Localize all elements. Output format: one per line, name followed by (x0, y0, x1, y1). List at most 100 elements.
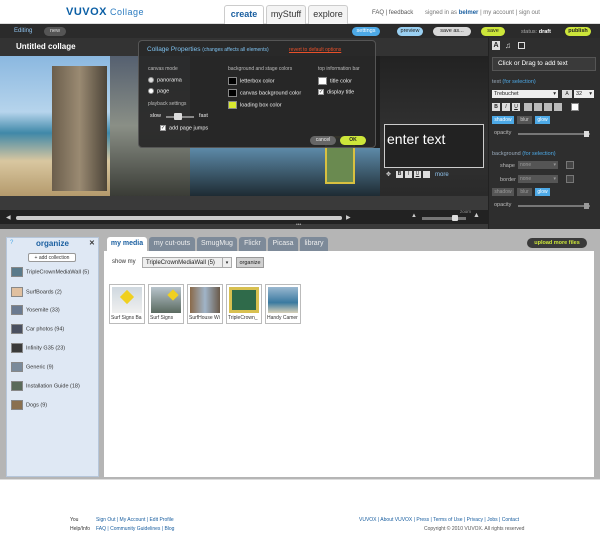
surfboards-photo[interactable] (52, 66, 107, 191)
collection-item[interactable]: Generic (9) (11, 362, 97, 380)
text-blur-button[interactable]: blur (517, 116, 532, 124)
tab-create[interactable]: create (224, 5, 264, 24)
new-button[interactable]: new (44, 27, 66, 36)
dialog-ok-button[interactable]: OK (340, 136, 366, 145)
organize-close-icon[interactable]: ✕ (89, 239, 95, 247)
text-italic-icon[interactable]: I (502, 103, 510, 111)
title-color-option[interactable]: title color (318, 77, 352, 85)
add-page-jumps-checkbox[interactable]: ✓ add page jumps (160, 125, 208, 131)
footer-brand-links[interactable]: VUVOX | About VUVOX | Press | Terms of U… (359, 517, 519, 523)
letterbox-color-swatch[interactable] (228, 77, 237, 85)
text-color-swatch[interactable] (571, 103, 579, 111)
organize-help-icon[interactable]: ? (10, 240, 13, 246)
page-radio[interactable]: page (148, 88, 169, 94)
collection-item[interactable]: Yosemite (33) (11, 305, 97, 323)
upload-files-button[interactable]: upload more files (527, 238, 587, 248)
add-page-jumps-check-icon[interactable]: ✓ (160, 125, 166, 131)
preview-button[interactable]: preview (397, 27, 423, 36)
bg-glow-button[interactable]: glow (535, 188, 550, 196)
tab-mystuff[interactable]: myStuff (266, 5, 306, 24)
text-size-decrease-icon[interactable]: A (562, 90, 572, 98)
dialog-cancel-button[interactable]: cancel (310, 136, 336, 145)
tab-explore[interactable]: explore (308, 5, 348, 24)
media-thumbnail[interactable]: SurfHouse Wi (187, 284, 223, 324)
tab-picasa[interactable]: Picasa (268, 237, 298, 251)
media-thumbnail[interactable]: Surf Signs Ba (109, 284, 145, 324)
footer-you-links[interactable]: Sign Out | My Account | Edit Profile (96, 517, 174, 523)
border-color-swatch[interactable] (566, 175, 574, 183)
music-tool-icon[interactable]: ♫ (505, 41, 511, 50)
italic-icon[interactable]: I (405, 171, 412, 178)
underline-icon[interactable]: U (414, 171, 421, 178)
username-link[interactable]: belmer (459, 10, 479, 16)
settings-button[interactable]: settings (352, 27, 380, 36)
text-glow-button[interactable]: glow (535, 116, 550, 124)
align-left-icon[interactable] (524, 103, 532, 111)
account-links[interactable]: | my account | sign out (480, 10, 540, 16)
align-justify-icon[interactable] (554, 103, 562, 111)
media-thumbnail[interactable]: TripleCrown_ (226, 284, 262, 324)
tab-my-media[interactable]: my media (107, 237, 147, 251)
panorama-radio-icon[interactable] (148, 77, 154, 83)
collection-item[interactable]: Car photos (94) (11, 324, 97, 342)
text-underline-icon[interactable]: U (512, 103, 520, 111)
scroll-left-icon[interactable]: ◀ (6, 214, 11, 221)
tab-library[interactable]: library (300, 237, 328, 251)
media-thumbnail[interactable]: Surf Signs (148, 284, 184, 324)
color-swatch-icon[interactable] (423, 171, 430, 178)
scroll-right-icon[interactable]: ▶ (346, 214, 351, 221)
revert-defaults-link[interactable]: revert to default options (289, 47, 341, 53)
tab-flickr[interactable]: Flickr (239, 237, 266, 251)
collage-title[interactable]: Untitled collage (16, 42, 76, 51)
canvas-bg-color-option[interactable]: canvas background color (228, 89, 301, 97)
zoom-in-icon[interactable]: ▲ (473, 212, 480, 219)
font-select[interactable]: Trebuchet ▾ (492, 90, 558, 98)
letterbox-color-option[interactable]: letterbox color (228, 77, 275, 85)
footer-help-links[interactable]: FAQ | Community Guidelines | Blog (96, 526, 174, 532)
bg-blur-button[interactable]: blur (517, 188, 532, 196)
title-color-swatch[interactable] (318, 77, 327, 85)
panorama-radio[interactable]: panorama (148, 77, 182, 83)
save-button[interactable]: save (481, 27, 505, 36)
playback-speed-slider[interactable] (166, 113, 194, 120)
loading-box-color-swatch[interactable] (228, 101, 237, 109)
bold-icon[interactable]: B (396, 171, 403, 178)
collection-item[interactable]: Infinity G35 (23) (11, 343, 97, 361)
text-tool-icon[interactable]: A (492, 41, 500, 50)
tab-my-cutouts[interactable]: my cut-outs (149, 237, 195, 251)
collection-item[interactable]: SurfBoards (2) (11, 287, 97, 305)
shape-select[interactable]: none ▾ (518, 161, 558, 169)
timeline-scrollbar[interactable] (16, 216, 342, 220)
move-icon[interactable]: ✥ (386, 171, 392, 178)
zoom-out-icon[interactable]: ▲ (411, 213, 417, 219)
bg-opacity-slider[interactable] (518, 203, 590, 209)
shape-color-swatch[interactable] (566, 161, 574, 169)
text-bold-icon[interactable]: B (492, 103, 500, 111)
organize-button[interactable]: organize (236, 257, 264, 268)
collection-dropdown[interactable]: TripleCrownMediaWall (5) ▾ (142, 257, 232, 268)
align-right-icon[interactable] (544, 103, 552, 111)
media-thumbnail[interactable]: Handy Camer (265, 284, 301, 324)
save-as-button[interactable]: save as... (433, 27, 471, 36)
text-shadow-button[interactable]: shadow (492, 116, 514, 124)
collection-item[interactable]: TripleCrownMediaWall (5) (11, 267, 97, 285)
faq-feedback-links[interactable]: FAQ | feedback (372, 10, 413, 16)
text-opacity-slider[interactable] (518, 131, 590, 137)
bg-shadow-button[interactable]: shadow (492, 188, 514, 196)
more-link[interactable]: more (435, 172, 449, 178)
resize-handle-icon[interactable]: ••• (296, 223, 304, 228)
shape-tool-icon[interactable] (518, 42, 525, 49)
text-box[interactable]: enter text (384, 124, 484, 168)
canvas-bg-color-swatch[interactable] (228, 89, 237, 97)
align-center-icon[interactable] (534, 103, 542, 111)
loading-box-color-option[interactable]: loading box color (228, 101, 282, 109)
display-title-checkbox[interactable]: ✓ display title (318, 89, 354, 95)
page-radio-icon[interactable] (148, 88, 154, 94)
add-collection-button[interactable]: + add collection (28, 253, 76, 262)
display-title-check-icon[interactable]: ✓ (318, 89, 324, 95)
vuvox-logo[interactable]: VUVOX Collage (66, 6, 144, 18)
zoom-slider[interactable] (422, 215, 466, 221)
collection-item[interactable]: Installation Guide (18) (11, 381, 97, 399)
collection-item[interactable]: Dogs (9) (11, 400, 97, 418)
add-text-hint[interactable]: Click or Drag to add text (492, 57, 596, 71)
